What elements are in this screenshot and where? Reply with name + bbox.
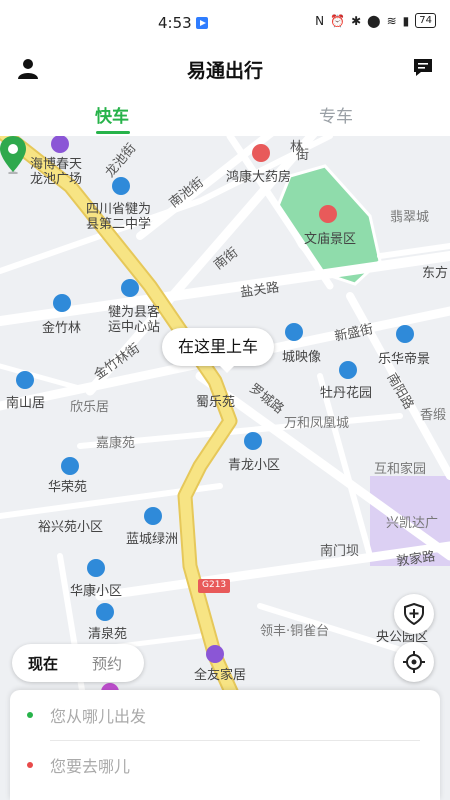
- signal-icon: ▮: [402, 13, 410, 28]
- map-label: 文庙景区: [304, 232, 357, 247]
- map-label: 清泉苑: [88, 627, 128, 642]
- reserve-option[interactable]: 预约: [92, 653, 122, 674]
- map-label: 欣乐居: [70, 400, 110, 415]
- map-label: 兴凯达广: [386, 516, 439, 531]
- tab-express[interactable]: 快车: [62, 102, 162, 127]
- map-label: 蜀乐苑: [196, 395, 236, 410]
- trip-form: 您从哪儿出发 您要去哪儿: [10, 690, 440, 800]
- origin-row[interactable]: 您从哪儿出发: [10, 690, 440, 741]
- alarm-icon: ⏰: [330, 13, 346, 28]
- chat-icon[interactable]: [412, 56, 434, 78]
- map-label: 华荣苑: [48, 480, 88, 495]
- map-label: 全友家居: [194, 668, 247, 683]
- time-toggle: 现在 预约: [12, 644, 144, 682]
- active-tab-indicator: [96, 131, 130, 134]
- tab-premium[interactable]: 专车: [286, 102, 386, 127]
- locate-button[interactable]: [394, 642, 434, 682]
- map-label: 万和凤凰城: [284, 416, 350, 431]
- status-time: 4:53: [158, 14, 192, 32]
- status-bar: 4:53 N ⏰ ✱ ⬤ ≋ ▮ 74: [0, 0, 450, 40]
- destination-dot-icon: [27, 762, 33, 768]
- pickup-bubble[interactable]: 在这里上车: [162, 328, 275, 373]
- nfc-icon: N: [315, 13, 325, 28]
- map-label: 领丰·铜雀台: [260, 624, 330, 639]
- app-header: 易通出行: [0, 42, 450, 92]
- ride-type-tabs: 快车 专车: [0, 92, 450, 136]
- map-label: 龙池广场: [30, 172, 83, 187]
- map-label: 嘉康苑: [96, 436, 136, 451]
- map-label: 青龙小区: [228, 458, 281, 473]
- map-label: 金竹林: [42, 321, 82, 336]
- origin-input[interactable]: 您从哪儿出发: [50, 703, 146, 727]
- map-label: 牡丹花园: [320, 386, 373, 401]
- crosshair-icon: [403, 651, 425, 673]
- map-label: 华康小区: [70, 584, 123, 599]
- destination-input[interactable]: 您要去哪儿: [50, 753, 130, 777]
- map-label: 乐华帝景: [378, 352, 431, 367]
- map-label: 东方: [422, 266, 449, 281]
- map-label: 互和家园: [374, 462, 427, 477]
- map-label: 裕兴苑小区: [38, 520, 104, 535]
- map-label: 香缎: [420, 408, 447, 423]
- map-label: 蓝城绿洲: [126, 532, 179, 547]
- location-icon: ⬤: [367, 13, 381, 28]
- status-icons: N ⏰ ✱ ⬤ ≋ ▮ 74: [315, 13, 436, 28]
- safety-button[interactable]: [394, 594, 434, 634]
- map-label: 县第二中学: [86, 217, 152, 232]
- map-label: 运中心站: [108, 320, 161, 335]
- destination-row[interactable]: 您要去哪儿: [10, 740, 440, 790]
- map-label: 南门坝: [320, 544, 360, 559]
- page-title: 易通出行: [186, 60, 263, 82]
- location-pin-icon: [0, 136, 26, 174]
- map-label: 翡翠城: [390, 210, 430, 225]
- map-label: 鸿康大药房: [226, 170, 292, 185]
- wifi-icon: ≋: [386, 13, 397, 28]
- map-label: G213: [202, 580, 227, 590]
- map-label: 南山居: [6, 396, 46, 411]
- app-notification-icon: [196, 17, 208, 29]
- bluetooth-icon: ✱: [351, 13, 362, 28]
- shield-plus-icon: [404, 603, 424, 625]
- map-label: 街: [296, 148, 310, 163]
- origin-dot-icon: [27, 712, 33, 718]
- map-label: 城映像: [282, 350, 322, 365]
- battery-icon: 74: [415, 13, 436, 28]
- now-option[interactable]: 现在: [28, 653, 58, 674]
